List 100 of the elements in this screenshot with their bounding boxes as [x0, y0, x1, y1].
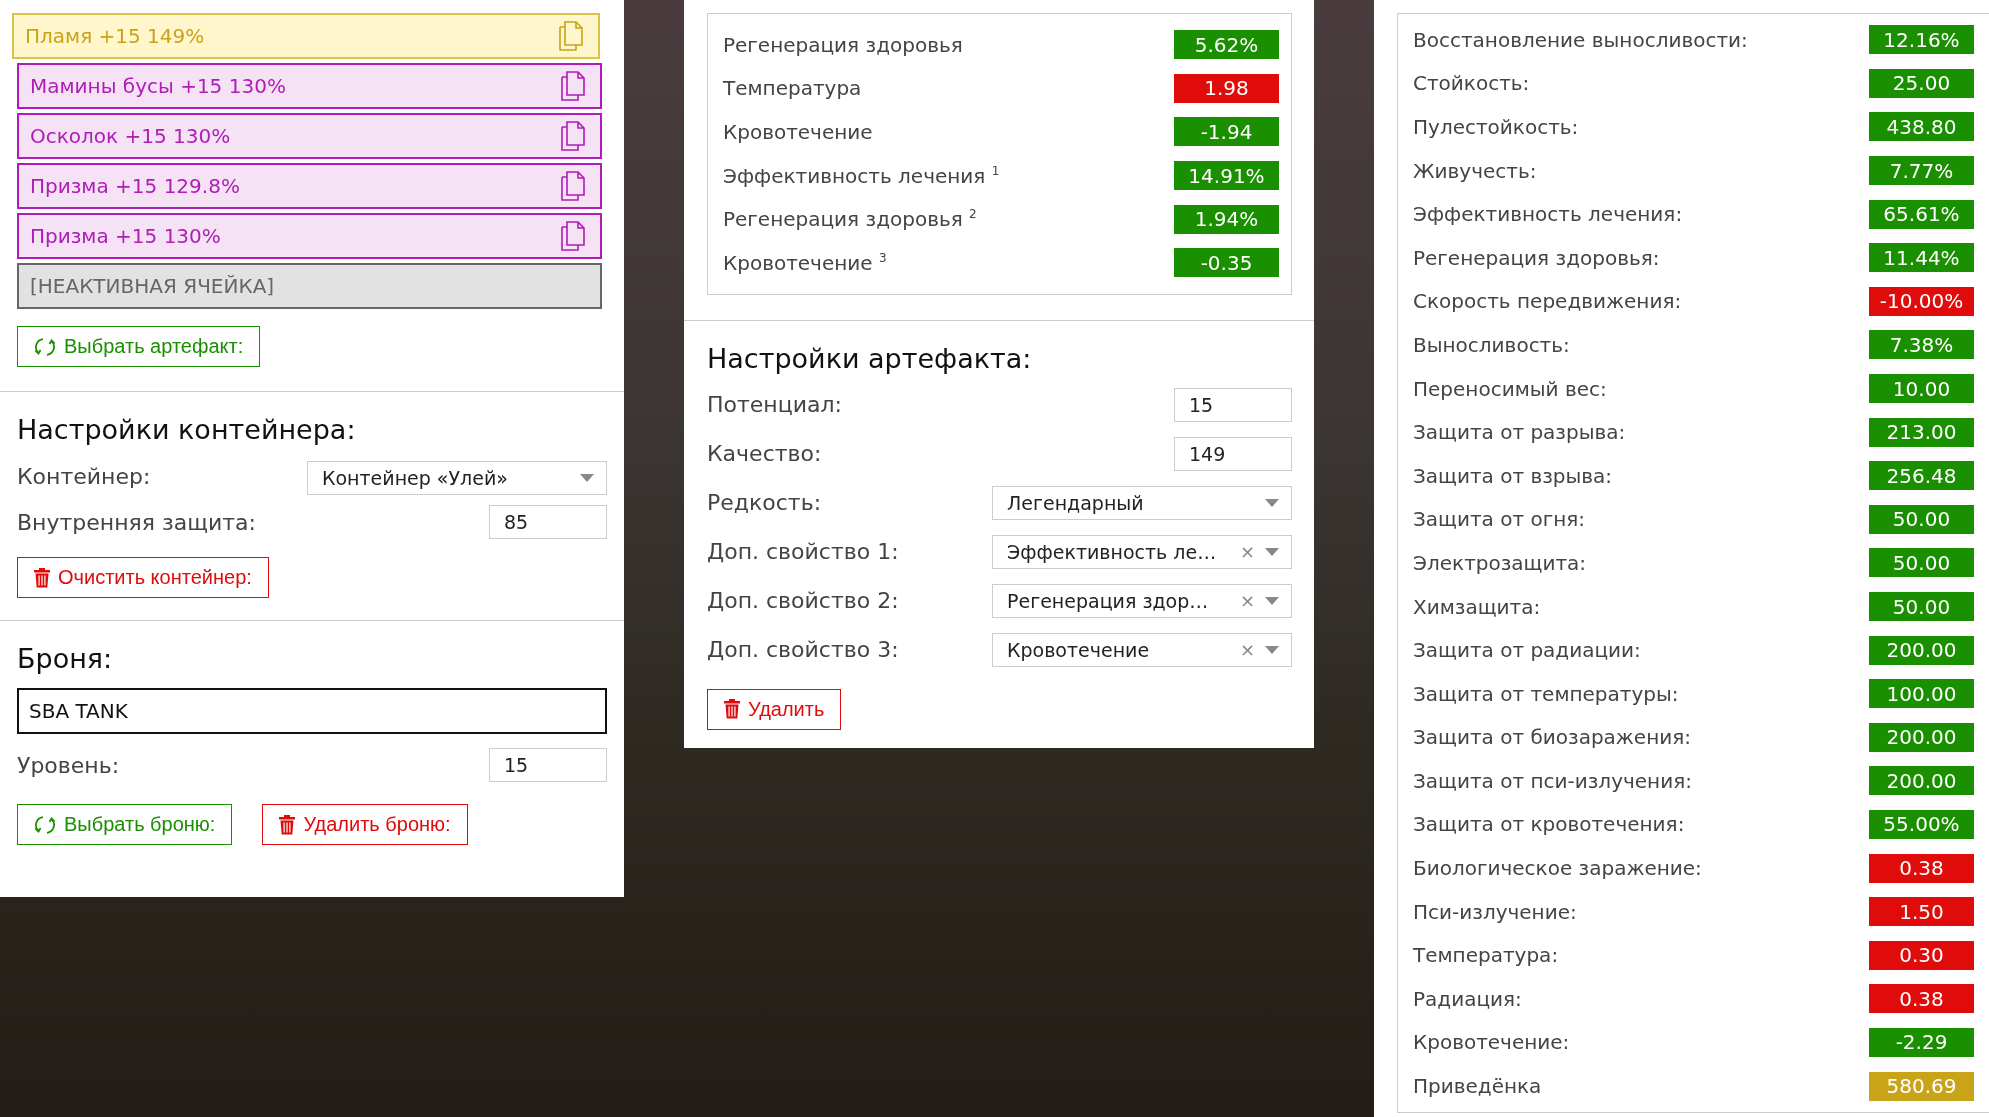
- stat-label: Кровотечение:: [1413, 1030, 1570, 1055]
- stat-value: -2.29: [1869, 1027, 1974, 1057]
- artifact-slot[interactable]: Призма +15 129.8%: [17, 163, 602, 209]
- select-armor-button[interactable]: Выбрать броню:: [17, 804, 233, 845]
- stat-value: 1.94%: [1174, 204, 1279, 234]
- stat-label: Стойкость:: [1413, 71, 1530, 96]
- stat-label: Защита от огня:: [1413, 507, 1585, 532]
- stat-value: 0.30: [1869, 940, 1974, 970]
- stat-value: 200.00: [1869, 722, 1974, 752]
- protection-input[interactable]: 85: [489, 505, 607, 539]
- stat-value: -1.94: [1174, 117, 1279, 147]
- field-label: Контейнер:: [17, 463, 151, 489]
- dropdown-caret-icon: [1265, 547, 1279, 556]
- dropdown-caret-icon: [1265, 645, 1279, 654]
- clear-icon[interactable]: ×: [1239, 639, 1255, 661]
- trash-icon: [724, 699, 740, 720]
- artifact-name: Призма +15 130%: [30, 224, 221, 248]
- field-label: Качество:: [707, 441, 822, 467]
- select-artifact-button[interactable]: Выбрать артефакт:: [17, 326, 261, 367]
- copy-icon[interactable]: [560, 220, 586, 252]
- stat-label: Биологическое заражение:: [1413, 856, 1702, 881]
- stat-value: 580.69: [1869, 1071, 1974, 1101]
- artifact-name: Пламя +15 149%: [25, 24, 205, 48]
- stat-label: Регенерация здоровья: [723, 32, 963, 57]
- stat-value: 1.98: [1174, 73, 1279, 103]
- artifact-slot[interactable]: Призма +15 130%: [17, 213, 602, 259]
- stat-label: Эффективность лечения:: [1413, 202, 1683, 227]
- stat-value: 11.44%: [1869, 243, 1974, 273]
- stat-label: Защита от радиации:: [1413, 638, 1641, 663]
- clear-icon[interactable]: ×: [1239, 541, 1255, 563]
- stat-label: Защита от взрыва:: [1413, 463, 1613, 488]
- stat-label: Пулестойкость:: [1413, 115, 1579, 139]
- stat-value: 200.00: [1869, 635, 1974, 665]
- stat-label: Температура:: [1413, 943, 1559, 968]
- stat-label: Температура: [723, 76, 862, 101]
- artifact-name: Мамины бусы +15 130%: [30, 74, 286, 98]
- refresh-icon: [34, 813, 56, 836]
- trash-icon: [279, 814, 296, 835]
- stat-value: 50.00: [1869, 504, 1974, 534]
- stat-value: 213.00: [1869, 417, 1974, 447]
- artifact-slot[interactable]: Осколок +15 130%: [17, 113, 602, 159]
- trash-icon: [34, 567, 50, 588]
- stat-value: -10.00%: [1869, 286, 1974, 316]
- stat-value: 12.16%: [1869, 25, 1974, 55]
- stat-label: Защита от пси-излучения:: [1413, 768, 1692, 793]
- field-label: Доп. свойство 3:: [707, 637, 899, 663]
- section-heading: Настройки контейнера:: [17, 414, 357, 445]
- delete-artifact-button[interactable]: Удалить: [707, 688, 842, 730]
- section-heading: Настройки артефакта:: [707, 342, 1033, 374]
- artifact-slot[interactable]: Мамины бусы +15 130%: [17, 63, 602, 109]
- stat-value: 50.00: [1869, 548, 1974, 578]
- dropdown-caret-icon: [1265, 498, 1279, 507]
- dropdown[interactable]: Регенерация здор… ×: [992, 583, 1292, 618]
- field-label: Потенциал:: [707, 392, 842, 418]
- stat-label: Защита от температуры:: [1413, 681, 1679, 706]
- delete-armor-button[interactable]: Удалить броню:: [262, 804, 468, 845]
- stat-value: 25.00: [1869, 68, 1974, 98]
- field-label: Внутренняя защита:: [17, 509, 256, 535]
- level-input[interactable]: 15: [489, 748, 607, 782]
- stat-value: 0.38: [1869, 853, 1974, 883]
- stat-value: 0.38: [1869, 984, 1974, 1014]
- field-label: Доп. свойство 2:: [707, 588, 899, 614]
- artifact-name: Призма +15 129.8%: [30, 174, 240, 198]
- stat-label: Регенерация здоровья:: [1413, 245, 1660, 270]
- dropdown[interactable]: Легендарный: [992, 485, 1292, 520]
- stat-label: Кровотечение $^{3}$: [723, 250, 887, 275]
- stat-value: 14.91%: [1174, 161, 1279, 191]
- stat-value: 256.48: [1869, 461, 1974, 491]
- dropdown[interactable]: Эффективность ле… ×: [992, 534, 1292, 569]
- stat-label: Защита от кровотечения:: [1413, 812, 1685, 837]
- number-input[interactable]: 149: [1174, 436, 1292, 471]
- copy-icon[interactable]: [560, 70, 586, 102]
- stat-value: 438.80: [1869, 112, 1974, 142]
- field-label: Редкость:: [707, 490, 822, 516]
- dropdown[interactable]: Кровотечение ×: [992, 632, 1292, 667]
- stat-value: 65.61%: [1869, 199, 1974, 229]
- dropdown-caret-icon: [580, 474, 594, 482]
- stat-value: 50.00: [1869, 592, 1974, 621]
- stat-label: Приведёнка: [1413, 1074, 1542, 1099]
- copy-icon[interactable]: [560, 170, 586, 202]
- stat-value: 7.38%: [1869, 330, 1974, 360]
- stat-label: Химзащита:: [1413, 594, 1541, 619]
- stat-value: 100.00: [1869, 679, 1974, 709]
- stat-label: Защита от разрыва:: [1413, 420, 1626, 445]
- stat-label: Регенерация здоровья $^{2}$: [723, 207, 977, 232]
- stat-value: 5.62%: [1174, 30, 1279, 60]
- container-dropdown[interactable]: Контейнер «Улей»: [307, 461, 607, 495]
- stat-label: Эффективность лечения $^{1}$: [723, 163, 1000, 188]
- copy-icon[interactable]: [560, 120, 586, 152]
- stat-value: 200.00: [1869, 766, 1974, 796]
- armor-name-input[interactable]: SBA TANK: [17, 688, 607, 734]
- field-label: Уровень:: [17, 752, 120, 778]
- artifact-name: Осколок +15 130%: [30, 124, 231, 148]
- number-input[interactable]: 15: [1174, 387, 1292, 422]
- stat-label: Электрозащита:: [1413, 550, 1587, 575]
- stat-label: Живучесть:: [1413, 158, 1537, 183]
- stat-value: 1.50: [1869, 897, 1974, 927]
- clear-icon[interactable]: ×: [1239, 590, 1255, 612]
- clear-container-button[interactable]: Очистить контейнер:: [17, 557, 269, 598]
- stat-label: Кровотечение: [723, 120, 873, 144]
